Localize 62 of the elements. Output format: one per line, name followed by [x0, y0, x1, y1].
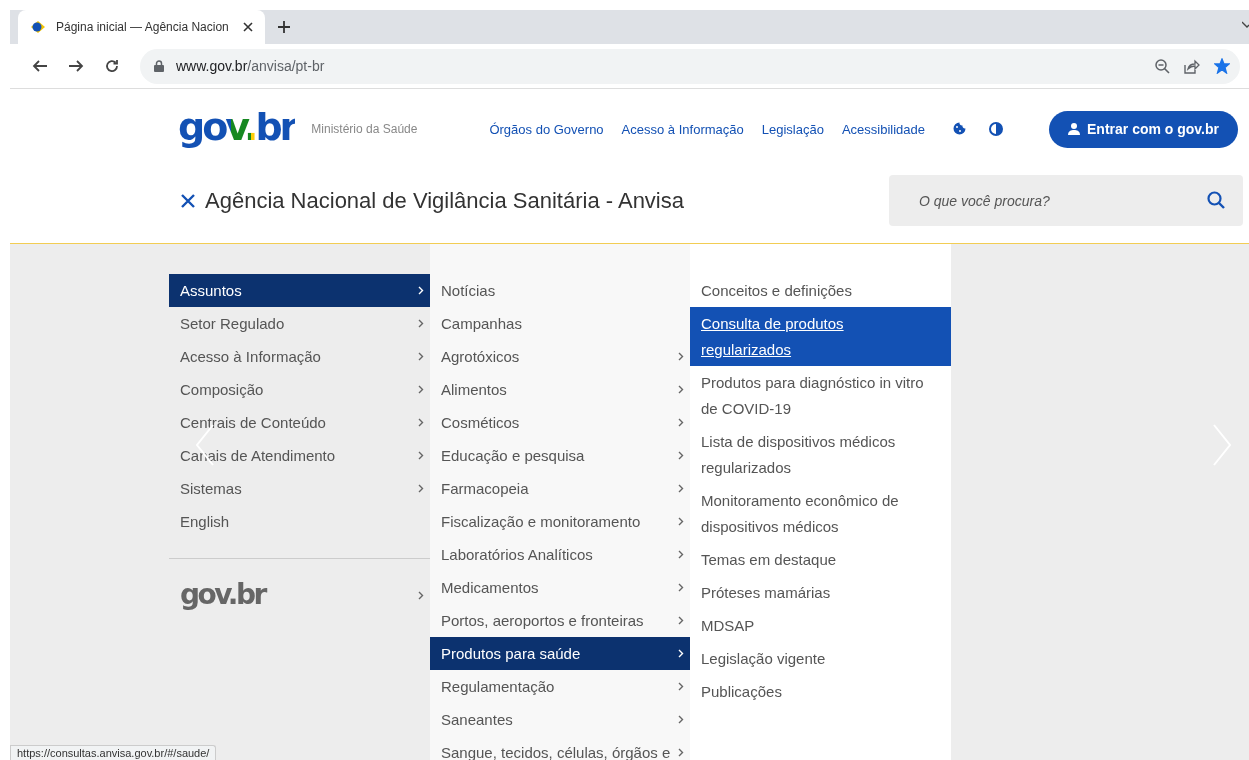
menu-item[interactable]: Lista de dispositivos médicos regularizados	[690, 425, 951, 484]
cookie-icon[interactable]	[953, 122, 966, 135]
menu-item[interactable]: Monitoramento econômico de dispositivos médicos	[690, 484, 951, 543]
close-icon[interactable]	[181, 193, 195, 208]
menu-item[interactable]: Cosméticos	[430, 406, 690, 439]
search-icon[interactable]	[1207, 191, 1225, 209]
menu-item[interactable]: Laboratórios Analíticos	[430, 538, 690, 571]
status-url: https://consultas.anvisa.gov.br/#/saude/	[10, 745, 217, 760]
menu-item[interactable]: Farmacopeia	[430, 472, 690, 505]
caret-icon[interactable]	[1242, 20, 1249, 28]
menu-item[interactable]: Notícias	[430, 274, 690, 307]
menu-item[interactable]: Sistemas	[169, 472, 430, 505]
bookmark-star-icon[interactable]	[1214, 58, 1230, 74]
browser-tab[interactable]: Página inicial — Agência Nacion	[18, 10, 265, 44]
menu-item[interactable]: Fiscalização e monitoramento	[430, 505, 690, 538]
menu-item[interactable]: Temas em destaque	[690, 543, 951, 576]
site-title: Agência Nacional de Vigilância Sanitária - Anvisa	[205, 187, 684, 214]
menu-item[interactable]: Assuntos	[169, 274, 430, 307]
menu-item[interactable]: Regulamentação	[430, 670, 690, 703]
share-icon[interactable]	[1184, 58, 1200, 74]
lock-icon[interactable]	[154, 60, 164, 72]
menu-item[interactable]: Conceitos e definições	[690, 274, 951, 307]
menu-item[interactable]: Composição	[169, 373, 430, 406]
menu-item[interactable]: Acesso à Informação	[169, 340, 430, 373]
tab-title: Página inicial — Agência Nacion	[56, 20, 230, 34]
govbr-logo[interactable]: gov.br	[180, 581, 418, 609]
menu-item[interactable]: Legislação vigente	[690, 642, 951, 675]
menu-item[interactable]: Canais de Atendimento	[169, 439, 430, 472]
menu-item[interactable]: Alimentos	[430, 373, 690, 406]
forward-icon[interactable]	[68, 58, 84, 74]
menu-item[interactable]: Medicamentos	[430, 571, 690, 604]
menu-item[interactable]: Consulta de produtos regularizados	[690, 307, 951, 366]
menu-item[interactable]: Centrais de Conteúdo	[169, 406, 430, 439]
user-icon	[1068, 123, 1080, 135]
menu-item[interactable]: English	[169, 505, 430, 538]
menu-item[interactable]: Próteses mamárias	[690, 576, 951, 609]
contrast-icon[interactable]	[989, 122, 1003, 136]
new-tab-icon[interactable]	[277, 20, 291, 34]
close-icon[interactable]	[243, 22, 253, 32]
back-icon[interactable]	[32, 58, 48, 74]
menu-item[interactable]: Publicações	[690, 675, 951, 708]
header-link[interactable]: Acessibilidade	[841, 121, 925, 137]
menu-item[interactable]: Campanhas	[430, 307, 690, 340]
menu-item[interactable]: Setor Regulado	[169, 307, 430, 340]
menu-item[interactable]: Produtos para saúde	[430, 637, 690, 670]
zoom-out-icon[interactable]	[1155, 58, 1170, 74]
menu-item[interactable]: MDSAP	[690, 609, 951, 642]
menu-item[interactable]: Saneantes	[430, 703, 690, 736]
header-link[interactable]: Órgãos do Governo	[489, 121, 604, 137]
menu-item[interactable]: Educação e pesquisa	[430, 439, 690, 472]
search-field[interactable]: O que você procura?	[889, 175, 1243, 226]
site-favicon-icon	[30, 20, 46, 34]
header-link[interactable]: Legislação	[761, 121, 824, 137]
login-button[interactable]: Entrar com o gov.br	[1049, 110, 1238, 148]
menu-item[interactable]: Agrotóxicos	[430, 340, 690, 373]
ministry-name: Ministério da Saúde	[311, 122, 418, 136]
reload-icon[interactable]	[104, 58, 120, 74]
header-link[interactable]: Acesso à Informação	[621, 121, 744, 137]
menu-item[interactable]: Produtos para diagnóstico in vitro de COVID-19	[690, 366, 951, 425]
address-bar[interactable]: www.gov.br/anvisa/pt-br	[140, 48, 1240, 84]
menu-item[interactable]: Portos, aeroportos e fronteiras	[430, 604, 690, 637]
url-text: www.gov.br/anvisa/pt-br	[176, 58, 326, 74]
